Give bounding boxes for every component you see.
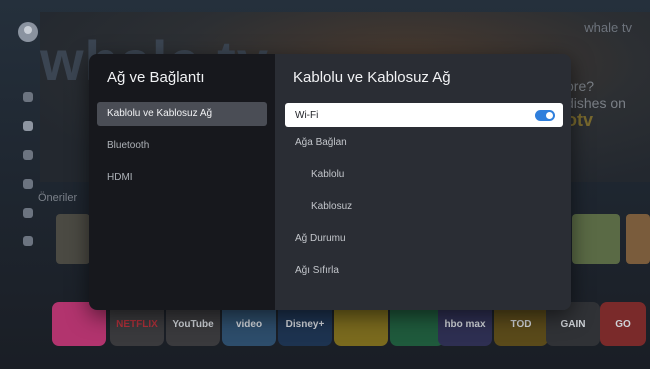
recommendations-label: Öneriler: [38, 192, 78, 204]
connect-to-network-item[interactable]: Ağa Bağlan: [275, 127, 571, 159]
hero-promo-text: ore? dishes on otv: [566, 78, 626, 129]
settings-category-panel: Ağ ve Bağlantı Kablolu ve Kablosuz Ağ Bl…: [89, 54, 275, 310]
category-item-hdmi[interactable]: HDMI: [97, 166, 267, 190]
settings-icon[interactable]: [23, 236, 33, 246]
toggle-knob: [546, 111, 553, 119]
category-panel-title: Ağ ve Bağlantı: [107, 69, 205, 86]
wired-network-item[interactable]: Kablolu: [275, 159, 571, 191]
category-item-wired-wireless[interactable]: Kablolu ve Kablosuz Ağ: [97, 102, 267, 126]
apps-icon[interactable]: [23, 208, 33, 218]
network-settings-dialog: Ağ ve Bağlantı Kablolu ve Kablosuz Ağ Bl…: [89, 54, 571, 310]
wifi-toggle-switch[interactable]: [535, 109, 555, 121]
settings-detail-panel: Kablolu ve Kablosuz Ağ Wi-Fi Ağa Bağlan …: [275, 54, 571, 310]
promo-line-1: ore?: [566, 78, 595, 94]
category-item-bluetooth[interactable]: Bluetooth: [97, 134, 267, 158]
brand-logo: whale tv: [584, 20, 632, 35]
wireless-network-item[interactable]: Kablosuz: [275, 191, 571, 223]
content-thumbnail[interactable]: [572, 214, 620, 264]
content-thumbnail[interactable]: [56, 214, 90, 264]
app-tile-go[interactable]: GO: [600, 302, 646, 346]
movies-icon[interactable]: [23, 179, 33, 189]
detail-panel-title: Kablolu ve Kablosuz Ağ: [293, 69, 451, 86]
reset-network-item[interactable]: Ağı Sıfırla: [275, 255, 571, 287]
profile-avatar[interactable]: [18, 22, 38, 42]
search-icon[interactable]: [23, 92, 33, 102]
detail-list: Wi-Fi Ağa Bağlan Kablolu Kablosuz Ağ Dur…: [275, 103, 571, 287]
promo-line-3: otv: [566, 110, 593, 130]
category-list: Kablolu ve Kablosuz Ağ Bluetooth HDMI: [89, 102, 275, 190]
network-status-item[interactable]: Ağ Durumu: [275, 223, 571, 255]
live-tv-icon[interactable]: [23, 150, 33, 160]
wifi-label: Wi-Fi: [295, 109, 319, 121]
content-thumbnail[interactable]: [626, 214, 650, 264]
home-icon[interactable]: [23, 121, 33, 131]
wifi-toggle-row[interactable]: Wi-Fi: [285, 103, 563, 127]
